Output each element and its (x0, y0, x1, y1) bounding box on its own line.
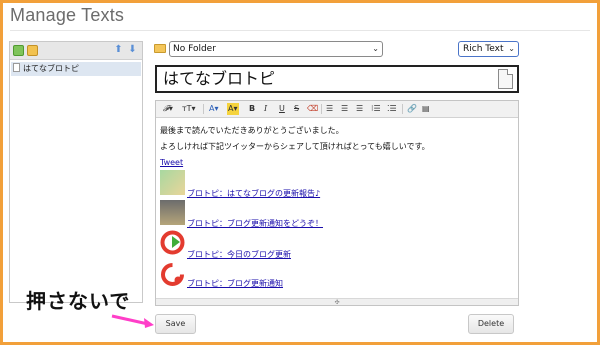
underline-button[interactable]: U (279, 103, 285, 115)
folder-icon (154, 44, 166, 53)
text-mode-select[interactable]: Rich Text ⌄ (458, 41, 519, 57)
rich-text-editor[interactable]: 𝓕▾ ᴛT▾ A▾ A▾ B I U S ⌫ ☰ ☰ ☰ ⁝☰ ⁚☰ 🔗 ▤ 最… (155, 100, 519, 306)
mode-select-value: Rich Text (463, 44, 504, 54)
save-button[interactable]: Save (155, 314, 196, 334)
content-line: 最後まで読んでいただきありがとうございました。 (160, 126, 344, 135)
link-icon[interactable]: 🔗 (407, 103, 417, 115)
clear-format-icon[interactable]: ⌫ (307, 103, 318, 115)
editor-resize-bar[interactable]: ✣ (156, 298, 518, 306)
blotopi-link[interactable]: ブロトピ：ブログ更新通知をどうぞ！ (187, 218, 323, 229)
annotation-text: 押さないで (26, 289, 131, 313)
font-size-button[interactable]: ᴛT▾ (182, 103, 196, 115)
sidebar-item-text[interactable]: はてなブロトピ (11, 62, 141, 76)
bold-button[interactable]: B (249, 103, 255, 115)
strikethrough-button[interactable]: S (294, 103, 299, 115)
notify-thumbnail (160, 262, 185, 287)
toolbar-divider (402, 104, 403, 114)
toolbar-divider (321, 104, 322, 114)
toolbar-divider (203, 104, 204, 114)
align-center-icon[interactable]: ☰ (341, 103, 348, 115)
laptop-thumbnail (160, 200, 185, 225)
folder-select[interactable]: No Folder ⌄ (169, 41, 383, 57)
font-family-button[interactable]: 𝓕▾ (163, 103, 173, 115)
sidebar-item-label: はてなブロトピ (23, 64, 79, 73)
new-folder-icon[interactable] (27, 45, 38, 56)
text-title-input[interactable]: はてなブロトピ (155, 65, 519, 93)
folder-select-value: No Folder (173, 44, 216, 54)
page-title: Manage Texts (10, 5, 125, 25)
text-title-value: はてなブロトピ (163, 69, 276, 88)
refresh-thumbnail (160, 230, 185, 255)
blog-thumbnail (160, 170, 185, 195)
page-icon (498, 69, 513, 89)
sidebar-toolbar: ⬆ ⬇ (10, 42, 142, 60)
delete-button[interactable]: Delete (468, 314, 514, 334)
text-color-button[interactable]: A▾ (209, 103, 219, 115)
move-down-icon[interactable]: ⬇ (127, 45, 138, 56)
annotation-arrow-icon (111, 314, 154, 328)
chevron-down-icon: ⌄ (372, 44, 379, 53)
content-line: よろしければ下記ツイッターからシェアして頂ければとっても嬉しいです。 (160, 142, 430, 151)
move-up-icon[interactable]: ⬆ (113, 45, 124, 56)
highlight-color-button[interactable]: A▾ (227, 103, 239, 115)
chevron-down-icon: ⌄ (508, 44, 515, 53)
new-text-icon[interactable] (13, 45, 24, 56)
blotopi-link[interactable]: ブロトピ：ブログ更新通知 (187, 278, 283, 289)
blotopi-link[interactable]: ブロトピ：はてなブログの更新報告♪ (187, 188, 320, 199)
source-icon[interactable]: ▤ (422, 103, 430, 115)
bullet-list-icon[interactable]: ⁚☰ (387, 103, 397, 115)
blotopi-link[interactable]: ブロトピ：今日のブログ更新 (187, 249, 291, 260)
align-right-icon[interactable]: ☰ (356, 103, 363, 115)
align-left-icon[interactable]: ☰ (326, 103, 333, 115)
editor-toolbar: 𝓕▾ ᴛT▾ A▾ A▾ B I U S ⌫ ☰ ☰ ☰ ⁝☰ ⁚☰ 🔗 ▤ (156, 101, 518, 118)
texts-sidebar: ⬆ ⬇ はてなブロトピ (9, 41, 143, 303)
italic-button[interactable]: I (264, 103, 267, 115)
title-divider (10, 30, 590, 31)
resize-grip-icon: ✣ (334, 299, 340, 306)
tweet-link[interactable]: Tweet (160, 158, 183, 167)
document-icon (13, 63, 20, 72)
ordered-list-icon[interactable]: ⁝☰ (371, 103, 381, 115)
